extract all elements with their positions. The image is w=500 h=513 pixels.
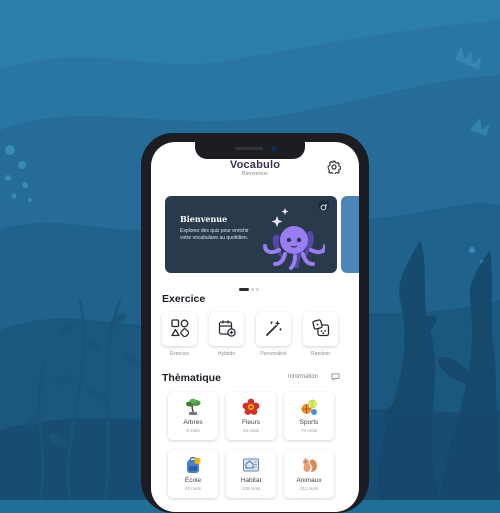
thematic-section-title: Thèmatique <box>162 372 221 384</box>
next-banner-peek[interactable] <box>341 196 359 273</box>
theme-card-flowers[interactable]: Fleurs 26 mots <box>226 392 276 440</box>
exercise-label: Exercice <box>169 351 190 357</box>
school-bag-icon <box>187 457 201 473</box>
banner-text: Explorez des quiz pour enrichir votre vo… <box>180 228 249 241</box>
app-screen: Vocabulo Bienvenue Bienvenue Explorez de… <box>151 142 359 512</box>
speaker-grille <box>235 147 263 150</box>
carousel-dot[interactable] <box>251 288 254 292</box>
exercise-section-title: Exercice <box>162 293 206 305</box>
bonsai-tree-icon <box>186 398 201 415</box>
house-plan-icon <box>243 458 259 472</box>
calendar-plus-icon <box>218 320 236 337</box>
random-exercise-button[interactable] <box>303 312 338 346</box>
dice-icon <box>312 319 330 337</box>
custom-label: Personalisé <box>260 351 287 357</box>
carousel-dot[interactable] <box>256 288 259 292</box>
theme-name: Habitat <box>240 477 262 484</box>
theme-name: Arbres <box>183 419 203 426</box>
phone-notch <box>195 142 305 159</box>
theme-card-trees[interactable]: Arbres 9 mots <box>168 392 218 440</box>
carousel-indicator <box>239 281 261 299</box>
red-flower-icon <box>242 398 260 415</box>
magic-wand-icon <box>266 320 283 336</box>
squirrel-icon <box>303 457 317 472</box>
random-label: Random <box>311 351 330 357</box>
carousel-dot-active[interactable] <box>239 288 249 292</box>
shapes-icon <box>171 319 189 337</box>
hybrid-exercise-button[interactable] <box>209 312 244 346</box>
message-icon[interactable] <box>331 373 340 381</box>
theme-word-count: 9 mots <box>186 428 200 433</box>
theme-name: Fleurs <box>241 419 261 426</box>
theme-name: Sports <box>299 419 319 426</box>
gear-icon[interactable] <box>327 160 341 174</box>
information-link[interactable]: Information <box>288 374 318 380</box>
theme-word-count: 74 mots <box>300 428 317 433</box>
sports-balls-icon <box>301 399 317 415</box>
theme-word-count: 44 mots <box>184 486 201 491</box>
octopus-icon <box>263 208 325 270</box>
theme-card-sports[interactable]: Sports 74 mots <box>284 392 334 440</box>
theme-word-count: 211 mots <box>299 486 319 491</box>
banner-action-button[interactable] <box>318 200 329 211</box>
theme-word-count: 138 mots <box>241 486 261 491</box>
hybrid-label: Hybride <box>217 351 236 357</box>
theme-card-animals[interactable]: Animaux 211 mots <box>284 450 334 498</box>
exercise-button[interactable] <box>162 312 197 346</box>
welcome-banner[interactable]: Bienvenue Explorez des quiz pour enrichi… <box>165 196 337 273</box>
theme-card-school[interactable]: École 44 mots <box>168 450 218 498</box>
custom-exercise-button[interactable] <box>256 312 291 346</box>
theme-name: École <box>184 477 202 484</box>
theme-word-count: 26 mots <box>242 428 259 433</box>
theme-name: Animaux <box>296 477 322 484</box>
refresh-icon <box>320 204 327 211</box>
theme-card-habitat[interactable]: Habitat 138 mots <box>226 450 276 498</box>
front-camera <box>271 146 277 152</box>
banner-title: Bienvenue <box>180 214 228 224</box>
